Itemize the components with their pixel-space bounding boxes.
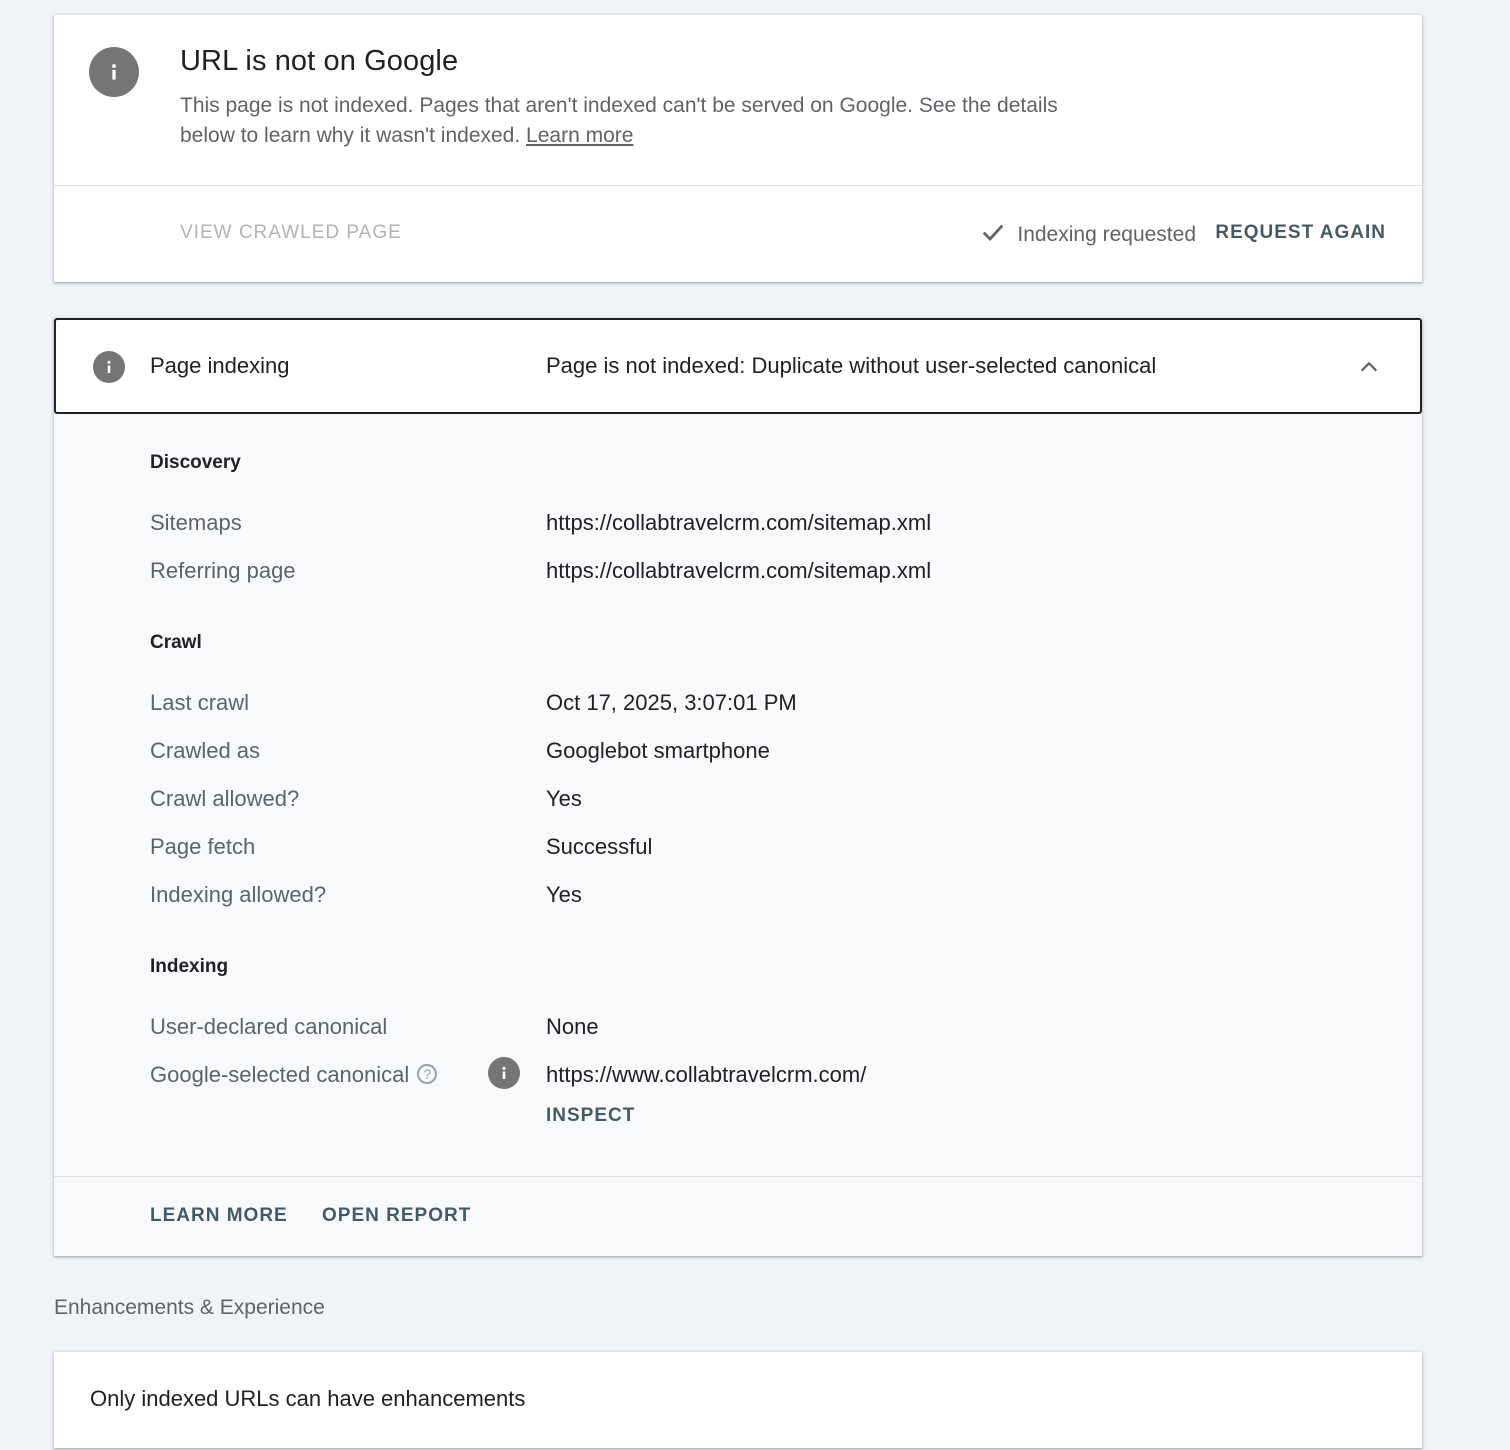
indexing-allowed-value: Yes — [546, 882, 582, 907]
chevron-up-icon[interactable] — [1358, 356, 1380, 378]
last-crawl-value: Oct 17, 2025, 3:07:01 PM — [546, 690, 797, 715]
page-indexing-card: Page indexing Page is not indexed: Dupli… — [54, 318, 1422, 1256]
discovery-heading: Discovery — [150, 452, 241, 473]
status-actions: VIEW CRAWLED PAGE Indexing requested REQ… — [54, 186, 1422, 282]
google-selected-canonical-value: https://www.collabtravelcrm.com/ — [546, 1062, 867, 1087]
request-again-button[interactable]: REQUEST AGAIN — [1215, 222, 1386, 244]
page-indexing-label: Page indexing — [150, 353, 290, 378]
learn-more-link[interactable]: Learn more — [526, 124, 633, 147]
page-indexing-status: Page is not indexed: Duplicate without u… — [546, 353, 1157, 378]
crawl-allowed-label: Crawl allowed? — [150, 786, 300, 811]
user-declared-canonical-label: User-declared canonical — [150, 1014, 388, 1039]
check-icon — [979, 218, 1007, 252]
enhancements-title: Enhancements & Experience — [54, 1296, 325, 1319]
page-fetch-label: Page fetch — [150, 834, 256, 859]
indexing-requested-label: Indexing requested — [1017, 223, 1196, 246]
crawl-heading: Crawl — [150, 632, 202, 653]
page-fetch-value: Successful — [546, 834, 653, 859]
status-description: This page is not indexed. Pages that are… — [180, 91, 1080, 151]
page-indexing-header[interactable]: Page indexing Page is not indexed: Dupli… — [54, 318, 1422, 414]
referring-page-label: Referring page — [150, 558, 296, 583]
sitemaps-label: Sitemaps — [150, 510, 242, 535]
learn-more-button[interactable]: LEARN MORE — [150, 1205, 288, 1227]
last-crawl-label: Last crawl — [150, 690, 250, 715]
status-card: URL is not on Google This page is not in… — [54, 15, 1422, 282]
crawled-as-label: Crawled as — [150, 738, 261, 763]
referring-page-value: https://collabtravelcrm.com/sitemap.xml — [546, 558, 932, 583]
enhancements-message: Only indexed URLs can have enhancements — [90, 1386, 526, 1411]
status-summary: URL is not on Google This page is not in… — [54, 15, 1422, 186]
page-indexing-footer: LEARN MORE OPEN REPORT — [54, 1176, 1422, 1256]
info-icon — [93, 351, 125, 383]
inspect-button[interactable]: INSPECT — [546, 1105, 635, 1127]
info-icon — [89, 47, 139, 97]
indexing-requested-status: Indexing requested — [979, 218, 1196, 252]
indexing-allowed-label: Indexing allowed? — [150, 882, 327, 907]
google-selected-canonical-row: Google-selected canonical? — [150, 1062, 438, 1088]
user-declared-canonical-value: None — [546, 1014, 599, 1039]
crawled-as-value: Googlebot smartphone — [546, 738, 770, 763]
enhancements-card: Only indexed URLs can have enhancements — [54, 1352, 1422, 1448]
sitemaps-value: https://collabtravelcrm.com/sitemap.xml — [546, 510, 932, 535]
info-icon[interactable] — [488, 1057, 520, 1089]
google-selected-canonical-label: Google-selected canonical — [150, 1062, 410, 1087]
status-title: URL is not on Google — [180, 45, 459, 77]
open-report-button[interactable]: OPEN REPORT — [322, 1205, 471, 1227]
indexing-heading: Indexing — [150, 956, 229, 977]
crawl-allowed-value: Yes — [546, 786, 582, 811]
view-crawled-page-button[interactable]: VIEW CRAWLED PAGE — [180, 222, 402, 244]
help-icon[interactable]: ? — [417, 1064, 438, 1085]
